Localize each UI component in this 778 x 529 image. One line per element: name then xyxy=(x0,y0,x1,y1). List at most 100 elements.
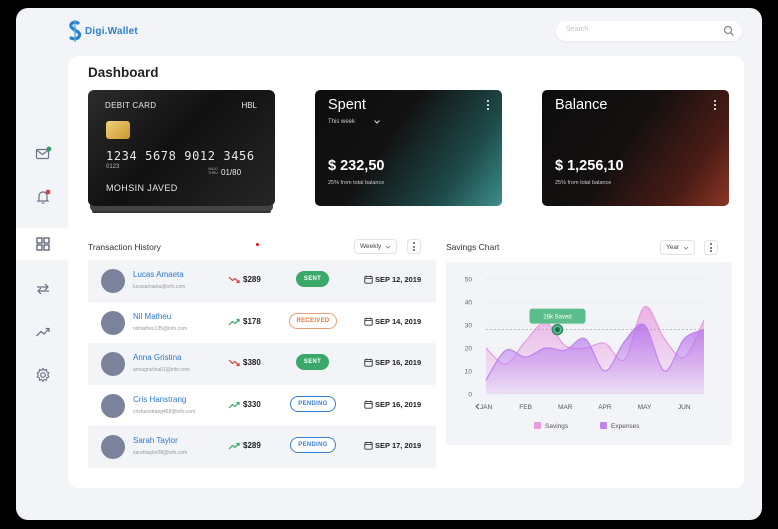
table-row[interactable]: Lucas Amaeta lucasamaeta@info.com $289 SENT… xyxy=(88,260,436,302)
grid-icon xyxy=(36,237,50,251)
transaction-amount: $289 xyxy=(243,275,261,284)
card-expiry: 01/80 xyxy=(221,168,242,177)
trend-down-icon xyxy=(228,276,240,284)
app-logo[interactable]: Digi.Wallet xyxy=(68,20,138,42)
transaction-date: SEP 17, 2019 xyxy=(375,441,422,450)
avatar xyxy=(101,393,125,418)
chevron-down-icon xyxy=(385,245,391,249)
card-number: 1234 5678 9012 3456 xyxy=(106,149,255,163)
balance-card[interactable]: Balance $ 1,256,10 25% from total balanc… xyxy=(542,90,729,206)
transaction-name[interactable]: Lucas Amaeta xyxy=(133,270,184,279)
search-placeholder: Search xyxy=(566,26,589,33)
spent-period-select[interactable]: This week xyxy=(328,119,355,125)
balance-more-icon[interactable] xyxy=(713,100,717,112)
calendar-icon xyxy=(364,400,373,409)
x-tick-label: JUN xyxy=(678,404,691,411)
avatar xyxy=(101,435,125,459)
settings-icon xyxy=(36,367,50,383)
legend-swatch xyxy=(600,422,607,429)
app-name: Digi.Wallet xyxy=(85,25,138,37)
transaction-filter-dropdown[interactable]: Weekly xyxy=(354,239,398,254)
table-row[interactable]: Cris Hanstrang crishanstrang468@info.com $… xyxy=(88,385,436,427)
tooltip-marker-center xyxy=(554,327,560,333)
search-input[interactable]: Search xyxy=(556,21,742,41)
transaction-email: crishanstrang468@info.com xyxy=(133,408,196,415)
debit-card[interactable]: DEBIT CARD HBL 1234 5678 9012 3456 0123 … xyxy=(88,90,275,206)
dashboard-panel: Dashboard DEBIT CARD HBL 1234 5678 9012 … xyxy=(68,56,744,488)
table-row[interactable]: Nil Matheu nilmatheu135@info.com $178 RECEI… xyxy=(88,302,436,344)
spent-card[interactable]: Spent This week $ 232,50 25% from total … xyxy=(315,90,502,206)
sidebar-item-dashboard[interactable] xyxy=(34,235,52,253)
transaction-email: nilmatheu135@info.com xyxy=(133,325,187,332)
sidebar-item-transfers[interactable] xyxy=(34,280,52,298)
transaction-name[interactable]: Cris Hanstrang xyxy=(133,395,186,404)
spent-more-icon[interactable] xyxy=(486,100,490,112)
x-tick-label: MAY xyxy=(638,404,652,411)
spent-note: 25% from total balance xyxy=(328,180,385,186)
chevron-down-icon[interactable] xyxy=(373,118,381,126)
trending-icon xyxy=(36,327,50,337)
savings-chart-svg: 0 10 20 30 40 50 JAN FEB MAR APR MAY JUN 28k Saved Sa… xyxy=(465,277,705,430)
avatar xyxy=(101,310,125,335)
card-bank-name: HBL xyxy=(241,101,257,110)
trend-up-icon xyxy=(228,442,240,450)
avatar xyxy=(101,269,125,293)
status-badge: SENT xyxy=(296,271,329,287)
sidebar-item-mail[interactable] xyxy=(34,145,52,163)
legend-swatch xyxy=(534,422,541,429)
chevron-down-icon xyxy=(683,246,689,250)
transaction-date: SEP 16, 2019 xyxy=(375,358,422,367)
y-tick-label: 20 xyxy=(465,346,473,353)
table-row[interactable]: Anna Gristina annagristina61@info.com $380… xyxy=(88,343,436,385)
trend-up-icon xyxy=(228,318,240,325)
savings-filter-value: Year xyxy=(666,244,680,251)
transaction-history-header: Transaction History Weekly xyxy=(88,237,433,257)
sidebar-item-settings[interactable] xyxy=(34,366,52,384)
calendar-icon xyxy=(364,317,373,326)
dollar-logo-icon xyxy=(69,20,82,42)
x-tick-label: APR xyxy=(598,404,612,411)
transaction-list: Lucas Amaeta lucasamaeta@info.com $289 SENT… xyxy=(88,260,436,468)
transaction-history-title: Transaction History xyxy=(88,242,161,252)
y-tick-label: 10 xyxy=(465,369,473,376)
transaction-date: SEP 16, 2019 xyxy=(375,399,422,409)
transaction-name[interactable]: Anna Gristina xyxy=(133,353,181,362)
transaction-date: SEP 14, 2019 xyxy=(375,316,422,326)
transaction-name[interactable]: Nil Matheu xyxy=(133,312,171,321)
transaction-filter-value: Weekly xyxy=(360,243,382,250)
card-chip-icon xyxy=(106,121,130,139)
transaction-amount: $330 xyxy=(243,399,261,409)
balance-amount: $ 1,256,10 xyxy=(555,158,624,174)
calendar-icon xyxy=(364,441,373,450)
balance-note: 25% from total balance xyxy=(555,180,612,186)
sidebar-item-analytics[interactable] xyxy=(34,323,52,341)
legend-label: Savings xyxy=(545,423,569,430)
savings-filter-dropdown[interactable]: Year xyxy=(660,240,696,255)
transaction-email: sarahtaylor98@info.com xyxy=(133,450,188,456)
savings-more-button[interactable] xyxy=(704,240,718,255)
savings-chart: 0 10 20 30 40 50 JAN FEB MAR APR MAY JUN 28k Saved Sa… xyxy=(446,262,732,445)
trend-up-icon xyxy=(228,401,240,408)
transaction-amount: $380 xyxy=(243,358,261,367)
trend-down-icon xyxy=(228,359,240,367)
status-badge: SENT xyxy=(296,354,329,370)
app-window: Digi.Wallet Search Dashboard DEBIT CARD … xyxy=(16,8,762,520)
y-tick-label: 50 xyxy=(465,277,473,284)
status-badge: PENDING xyxy=(290,437,336,453)
card-type-label: DEBIT CARD xyxy=(105,101,157,110)
calendar-icon xyxy=(364,358,373,367)
chevron-left-icon xyxy=(475,403,480,410)
savings-chart-title: Savings Chart xyxy=(446,242,500,252)
balance-title: Balance xyxy=(555,97,608,113)
transaction-amount: $178 xyxy=(243,316,261,326)
status-badge: PENDING xyxy=(290,395,336,412)
table-row[interactable]: Sarah Taylor sarahtaylor98@info.com $289 PE… xyxy=(88,426,436,468)
transaction-more-button[interactable] xyxy=(407,239,421,254)
sidebar-item-notifications[interactable] xyxy=(34,188,52,206)
transaction-date: SEP 12, 2019 xyxy=(375,275,422,284)
spent-title: Spent xyxy=(328,97,366,113)
transaction-name[interactable]: Sarah Taylor xyxy=(133,436,178,445)
x-tick-label: MAR xyxy=(558,404,573,411)
card-valid-label: VALID THRU xyxy=(208,167,218,175)
transaction-email: lucasamaeta@info.com xyxy=(133,284,186,290)
